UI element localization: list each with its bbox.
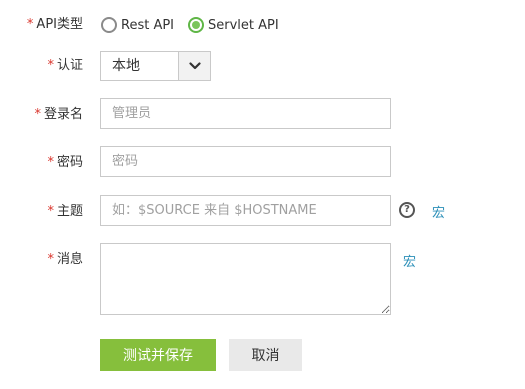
test-and-save-button[interactable]: 测试并保存: [100, 339, 216, 371]
question-circle-icon[interactable]: ?: [399, 202, 415, 218]
radio-checked-icon[interactable]: [188, 17, 205, 33]
cancel-button[interactable]: 取消: [229, 339, 302, 371]
auth-select-toggle[interactable]: [178, 52, 210, 80]
required-mark: *: [34, 107, 41, 122]
required-mark: *: [47, 155, 54, 170]
subject-input[interactable]: [100, 195, 391, 226]
radio-rest-api[interactable]: Rest API: [101, 17, 174, 33]
password-label-group: * 密码: [47, 155, 83, 171]
api-type-label: API类型: [36, 17, 83, 32]
password-label: 密码: [56, 155, 83, 170]
password-input[interactable]: [100, 146, 391, 177]
auth-select-value[interactable]: 本地: [101, 52, 178, 80]
api-type-label-group: * API类型: [27, 17, 83, 33]
subject-label-group: * 主题: [47, 204, 83, 220]
api-type-radio-group: Rest API Servlet API: [101, 14, 293, 36]
api-settings-form: * API类型 Rest API Servlet API * 认证 本地 * 登录名 …: [0, 0, 525, 389]
radio-unchecked-icon[interactable]: [101, 17, 117, 33]
auth-select[interactable]: 本地: [100, 51, 211, 81]
subject-macro-link[interactable]: 宏: [432, 202, 445, 221]
required-mark: *: [47, 58, 54, 73]
radio-servlet-api[interactable]: Servlet API: [188, 17, 279, 33]
login-label-group: * 登录名: [34, 107, 83, 123]
message-textarea[interactable]: [100, 243, 391, 315]
message-label-group: * 消息: [47, 252, 83, 268]
required-mark: *: [47, 204, 54, 219]
radio-servlet-api-label[interactable]: Servlet API: [208, 18, 279, 33]
radio-rest-api-label[interactable]: Rest API: [121, 18, 174, 33]
login-input[interactable]: [100, 98, 391, 129]
message-label: 消息: [56, 252, 83, 267]
auth-label-group: * 认证: [47, 58, 83, 74]
auth-label: 认证: [56, 58, 83, 73]
required-mark: *: [47, 252, 54, 267]
message-macro-link[interactable]: 宏: [403, 251, 416, 270]
required-mark: *: [26, 17, 34, 32]
subject-label: 主题: [56, 204, 83, 219]
login-label: 登录名: [43, 107, 83, 122]
chevron-down-icon: [188, 62, 201, 70]
